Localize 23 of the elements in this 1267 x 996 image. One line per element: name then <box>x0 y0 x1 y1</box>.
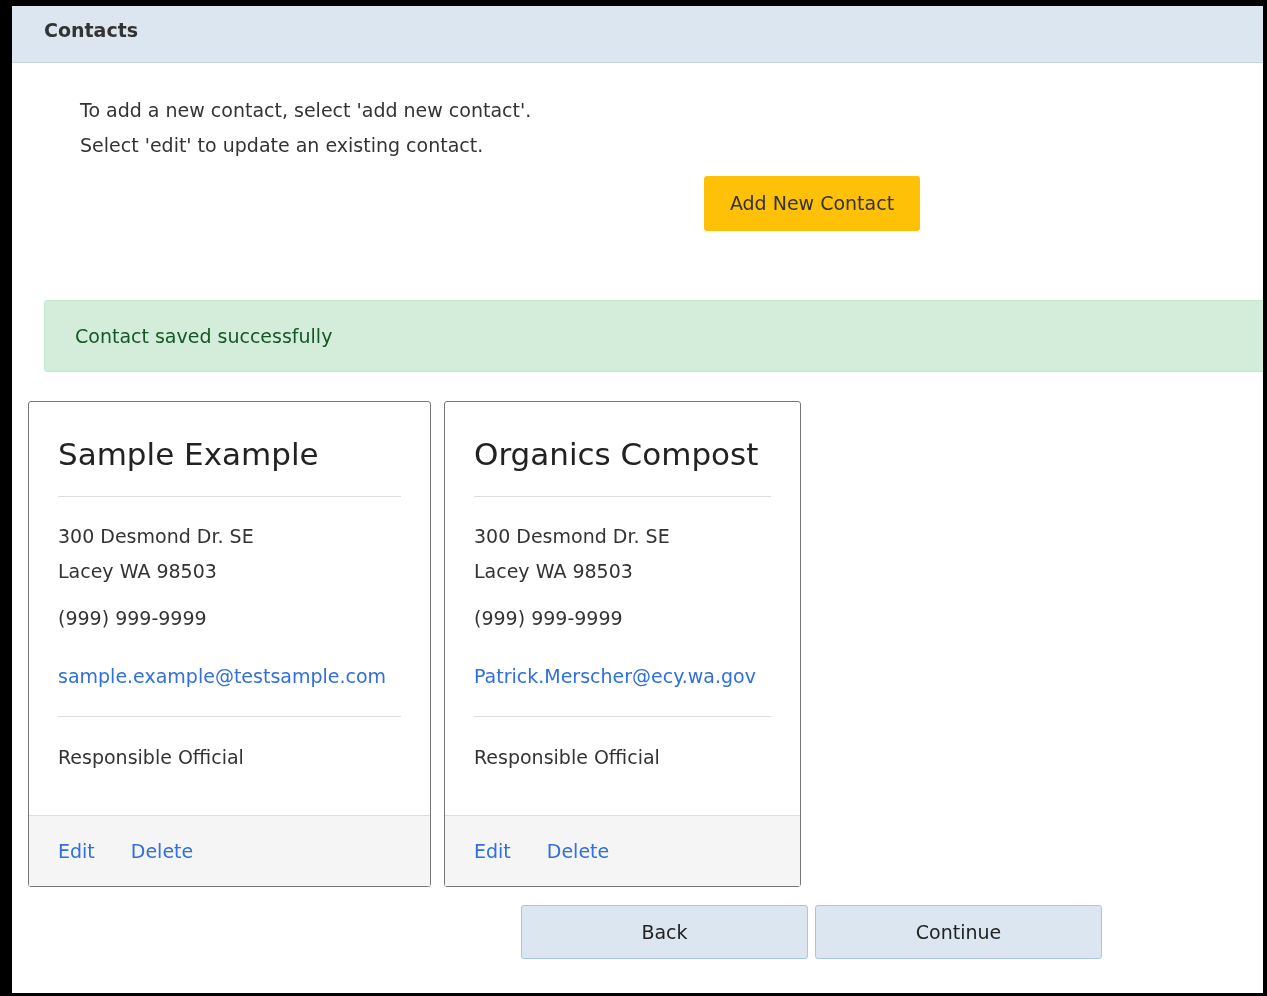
page-title: Contacts <box>44 19 139 41</box>
edit-link[interactable]: Edit <box>474 836 511 866</box>
phone-text: (999) 999-9999 <box>474 606 624 631</box>
address-line: 300 Desmond Dr. SE <box>58 524 255 549</box>
edit-link[interactable]: Edit <box>58 836 95 866</box>
address-line: Lacey WA 98503 <box>58 559 218 584</box>
email-link[interactable]: sample.example@testsample.com <box>58 663 401 690</box>
address-line: 300 Desmond Dr. SE <box>474 524 671 549</box>
instruction-text: To add a new contact, select 'add new contact'. <box>80 98 533 123</box>
alert-text: Contact saved successfully <box>75 323 333 349</box>
role-text: Responsible Official <box>58 746 244 768</box>
delete-link[interactable]: Delete <box>130 836 194 866</box>
contact-name: Organics Compost <box>474 435 760 474</box>
back-button[interactable]: Back <box>521 905 808 959</box>
instruction-text: Select 'edit' to update an existing contact. <box>80 133 485 158</box>
email-link[interactable]: Patrick.Merscher@ecy.wa.gov <box>474 663 771 690</box>
add-contact-button[interactable]: Add New Contact <box>704 176 920 231</box>
delete-link[interactable]: Delete <box>546 836 610 866</box>
role-text: Responsible Official <box>474 746 660 768</box>
phone-text: (999) 999-9999 <box>58 606 208 631</box>
continue-button[interactable]: Continue <box>815 905 1102 959</box>
contact-name: Sample Example <box>58 435 320 474</box>
address-line: Lacey WA 98503 <box>474 559 634 584</box>
